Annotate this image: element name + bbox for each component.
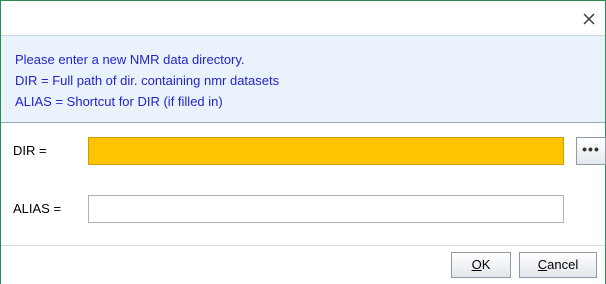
ok-button-label: K	[481, 257, 491, 272]
dialog-titlebar	[1, 1, 605, 35]
info-panel: Please enter a new NMR data directory. D…	[1, 35, 605, 123]
dir-input[interactable]	[88, 137, 564, 165]
close-icon[interactable]	[581, 11, 597, 27]
alias-label: ALIAS =	[13, 201, 62, 216]
browse-button[interactable]: •••	[576, 137, 606, 165]
nmr-directory-dialog: Please enter a new NMR data directory. D…	[0, 0, 606, 284]
ok-button-mnemonic: O	[471, 257, 482, 272]
cancel-button[interactable]: Cancel	[519, 252, 597, 278]
info-line-alias: ALIAS = Shortcut for DIR (if filled in)	[15, 94, 223, 109]
info-line-intro: Please enter a new NMR data directory.	[15, 52, 245, 67]
cancel-button-label: ancel	[547, 257, 579, 272]
ellipsis-icon: •••	[582, 141, 600, 157]
info-line-dir: DIR = Full path of dir. containing nmr d…	[15, 73, 280, 88]
cancel-button-mnemonic: C	[537, 257, 548, 272]
form-area: DIR = ••• ALIAS =	[1, 123, 606, 245]
alias-input[interactable]	[88, 195, 564, 223]
ok-button[interactable]: OK	[451, 252, 511, 278]
button-bar: OK Cancel	[1, 245, 605, 284]
dir-label: DIR =	[13, 143, 47, 158]
